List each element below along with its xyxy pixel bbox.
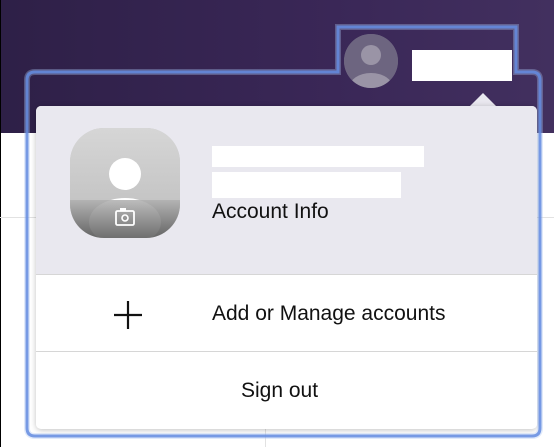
plus-icon bbox=[114, 301, 142, 329]
account-name bbox=[212, 146, 424, 167]
add-manage-accounts-label: Add or Manage accounts bbox=[212, 302, 446, 325]
account-info-link[interactable]: Account Info bbox=[212, 200, 329, 224]
account-info-section[interactable]: Account Info bbox=[36, 106, 537, 274]
account-email bbox=[212, 172, 401, 198]
sign-out-label: Sign out bbox=[241, 379, 319, 402]
menu-caret bbox=[469, 93, 497, 107]
avatar[interactable] bbox=[70, 128, 180, 238]
person-icon bbox=[70, 128, 180, 238]
account-menu: Account Info Add or Manage accounts Sign… bbox=[36, 106, 537, 429]
sign-out-button[interactable]: Sign out bbox=[36, 352, 537, 428]
account-button[interactable] bbox=[340, 28, 515, 92]
user-name bbox=[412, 50, 512, 81]
add-manage-accounts-button[interactable]: Add or Manage accounts bbox=[36, 275, 537, 351]
person-icon bbox=[344, 34, 398, 88]
avatar bbox=[344, 34, 398, 88]
